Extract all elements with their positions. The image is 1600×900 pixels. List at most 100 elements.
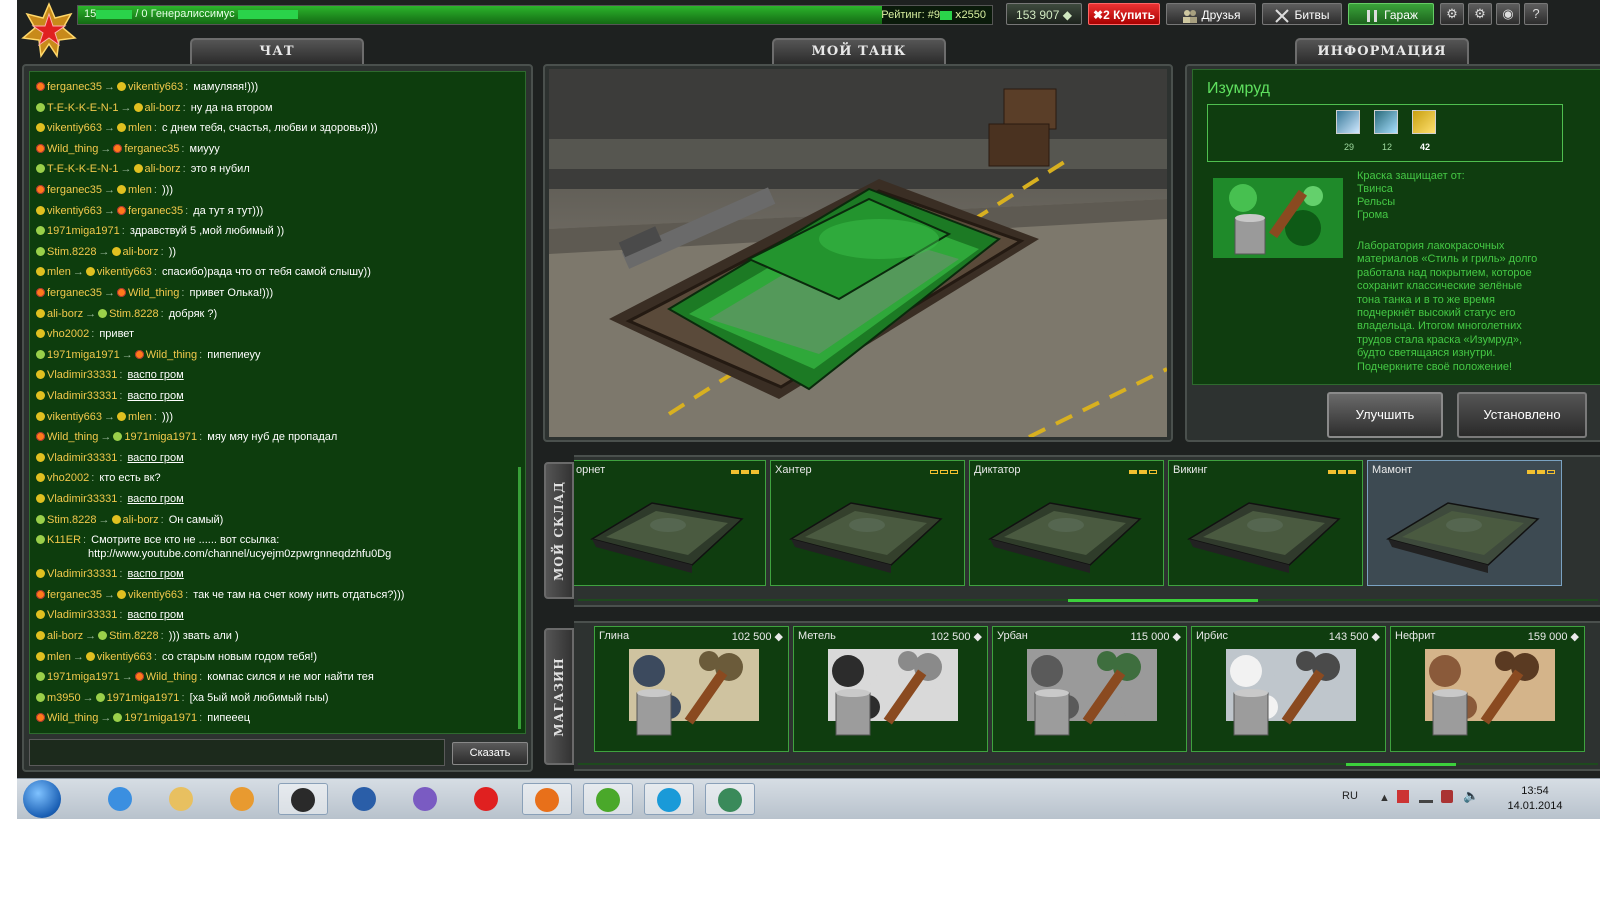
warehouse-item[interactable]: Мамонт [1367,460,1562,586]
warehouse-item[interactable]: Викинг [1168,460,1363,586]
signal-icon[interactable] [1419,790,1433,803]
shop-label-tab[interactable]: МАГАЗИН [544,628,574,765]
chat-sender[interactable]: vikentiy663 [47,205,102,217]
chat-sender[interactable]: T-E-K-K-E-N-1 [47,163,119,175]
action-center-icon[interactable] [1397,790,1409,803]
chat-recipient[interactable]: vikentiy663 [128,81,183,93]
chat-sender[interactable]: Vladimir33331 [47,390,117,402]
chat-sender[interactable]: Vladimir33331 [47,568,117,580]
chat-recipient[interactable]: mlen [128,411,152,423]
chat-text[interactable]: васпо гром [127,609,183,621]
chat-recipient[interactable]: Wild_thing [146,671,197,683]
chat-sender[interactable]: vho2002 [47,472,89,484]
gear-button[interactable]: ⚙ [1468,3,1492,25]
shop-item[interactable]: Ирбис 143 500 ◆ [1191,626,1386,752]
chat-text[interactable]: васпо гром [127,452,183,464]
taskbar-app[interactable] [156,783,206,815]
chat-recipient[interactable]: mlen [128,122,152,134]
chat-sender[interactable]: ali-borz [47,630,83,642]
shop-scroll-thumb[interactable] [1346,763,1456,766]
chat-recipient[interactable]: ferganec35 [124,143,179,155]
battles-button[interactable]: Битвы [1262,3,1342,25]
chat-sender[interactable]: Vladimir33331 [47,369,117,381]
warehouse-scroll-thumb[interactable] [1068,599,1258,602]
chat-sender[interactable]: ferganec35 [47,589,102,601]
chat-recipient[interactable]: mlen [128,184,152,196]
taskbar-app[interactable] [522,783,572,815]
taskbar-app[interactable] [217,783,267,815]
chat-sender[interactable]: Stim.8228 [47,246,97,258]
chat-sender[interactable]: T-E-K-K-E-N-1 [47,102,119,114]
chat-sender[interactable]: vikentiy663 [47,122,102,134]
taskbar-app[interactable] [278,783,328,815]
shop-item[interactable]: Урбан 115 000 ◆ [992,626,1187,752]
chat-text[interactable]: васпо гром [127,369,183,381]
chat-sender[interactable]: Wild_thing [47,431,98,443]
chat-recipient[interactable]: Wild_thing [146,349,197,361]
chat-text[interactable]: васпо гром [127,493,183,505]
chat-sender[interactable]: Wild_thing [47,712,98,724]
chat-recipient[interactable]: 1971miga1971 [107,692,180,704]
chat-sender[interactable]: m3950 [47,692,81,704]
chat-sender[interactable]: ali-borz [47,308,83,320]
chat-sender[interactable]: vho2002 [47,328,89,340]
taskbar-app[interactable] [461,783,511,815]
chat-recipient[interactable]: ferganec35 [128,205,183,217]
shop-item[interactable]: Глина 102 500 ◆ [594,626,789,752]
chat-sender[interactable]: ferganec35 [47,81,102,93]
chat-sender[interactable]: vikentiy663 [47,411,102,423]
tray-expand-icon[interactable]: ▲ [1379,792,1390,804]
warehouse-item[interactable]: Хантер [770,460,965,586]
chat-link[interactable]: http://www.youtube.com/channel/ucyejm0zp… [36,548,391,560]
chat-recipient[interactable]: Wild_thing [128,287,179,299]
chat-sender[interactable]: mlen [47,266,71,278]
chat-scrollbar[interactable] [518,467,521,729]
battery-icon[interactable] [1441,790,1453,803]
chat-recipient[interactable]: Stim.8228 [109,630,159,642]
warehouse-item[interactable]: Диктатор [969,460,1164,586]
tank-preview[interactable] [549,69,1167,437]
buy-button[interactable]: ✖2 Купить [1088,3,1160,25]
sound-button[interactable]: ◉ [1496,3,1520,25]
taskbar-app[interactable] [705,783,755,815]
chat-sender[interactable]: mlen [47,651,71,663]
chat-sender[interactable]: 1971miga1971 [47,225,120,237]
chat-log[interactable]: ferganec35 → vikentiy663: мамуляяя!))) T-E-… [29,71,526,734]
taskbar-app[interactable] [339,783,389,815]
chat-recipient[interactable]: Stim.8228 [109,308,159,320]
chat-recipient[interactable]: vikentiy663 [97,651,152,663]
language-indicator[interactable]: RU [1342,790,1358,802]
chat-sender[interactable]: ferganec35 [47,287,102,299]
chat-sender[interactable]: 1971miga1971 [47,671,120,683]
chat-sender[interactable]: Vladimir33331 [47,452,117,464]
chat-sender[interactable]: Vladimir33331 [47,493,117,505]
chat-recipient[interactable]: ali-borz [123,514,159,526]
installed-button[interactable]: Установлено [1457,392,1587,438]
chat-recipient[interactable]: ali-borz [145,163,181,175]
garage-button[interactable]: Гараж [1348,3,1434,25]
chat-recipient[interactable]: 1971miga1971 [124,431,197,443]
friends-button[interactable]: Друзья [1166,3,1256,25]
clock[interactable]: 13:54 14.01.2014 [1503,784,1567,814]
shop-item[interactable]: Метель 102 500 ◆ [793,626,988,752]
chat-sender[interactable]: K11ER [47,534,81,546]
taskbar-app[interactable] [95,783,145,815]
chat-text[interactable]: васпо гром [127,568,183,580]
shop-item[interactable]: Нефрит 159 000 ◆ [1390,626,1585,752]
chat-input[interactable] [29,739,445,766]
volume-icon[interactable]: 🔈 [1463,788,1479,804]
warehouse-item[interactable]: орнет [574,460,766,586]
say-button[interactable]: Сказать [452,742,528,765]
chat-recipient[interactable]: 1971miga1971 [124,712,197,724]
upgrade-button[interactable]: Улучшить [1327,392,1443,438]
chat-recipient[interactable]: vikentiy663 [128,589,183,601]
chat-recipient[interactable]: vikentiy663 [97,266,152,278]
warehouse-label-tab[interactable]: МОЙ СКЛАД [544,462,574,599]
chat-recipient[interactable]: ali-borz [145,102,181,114]
chat-recipient[interactable]: ali-borz [123,246,159,258]
taskbar-app[interactable] [644,783,694,815]
chat-sender[interactable]: ferganec35 [47,184,102,196]
taskbar-app[interactable] [400,783,450,815]
chat-sender[interactable]: Stim.8228 [47,514,97,526]
start-button[interactable] [23,780,61,818]
